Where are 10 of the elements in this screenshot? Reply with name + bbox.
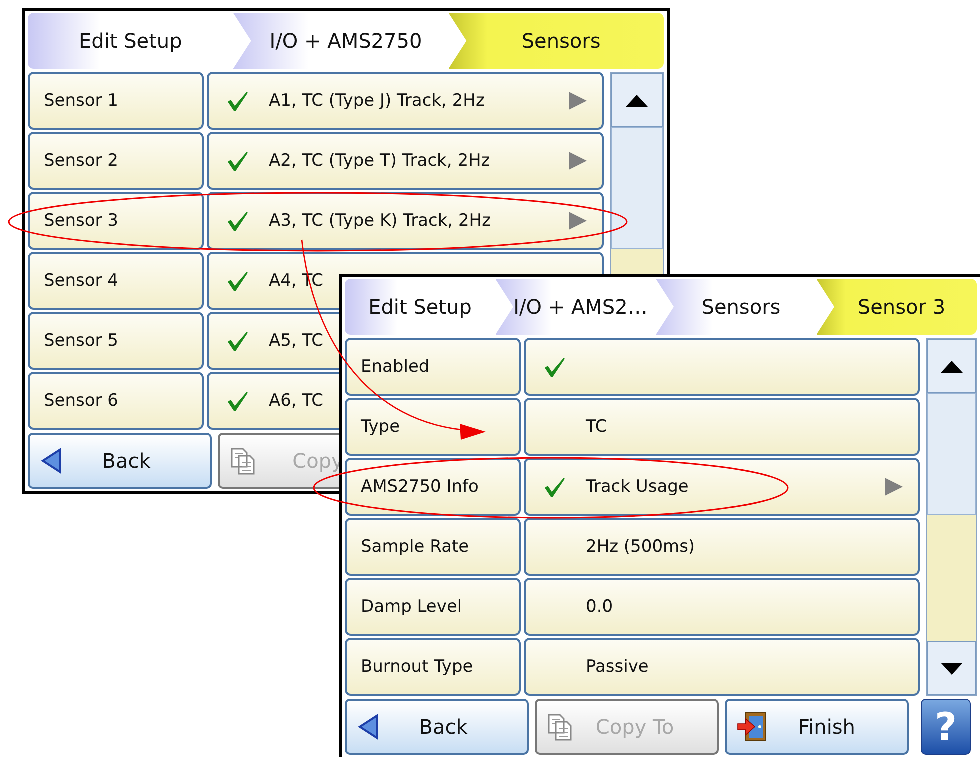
value-text: A6, TC <box>269 391 325 411</box>
value-text: A3, TC (Type K) Track, 2Hz <box>269 211 492 231</box>
value-text: A2, TC (Type T) Track, 2Hz <box>269 151 492 171</box>
value-text: 2Hz (500ms) <box>586 537 696 557</box>
value-text: 0.0 <box>586 597 614 617</box>
value-text: A1, TC (Type J) Track, 2Hz <box>269 91 486 111</box>
value-text: TC <box>586 417 608 437</box>
value-text: Track Usage <box>586 477 690 497</box>
value-text: Passive <box>586 657 650 677</box>
value-text: A5, TC <box>269 331 325 351</box>
